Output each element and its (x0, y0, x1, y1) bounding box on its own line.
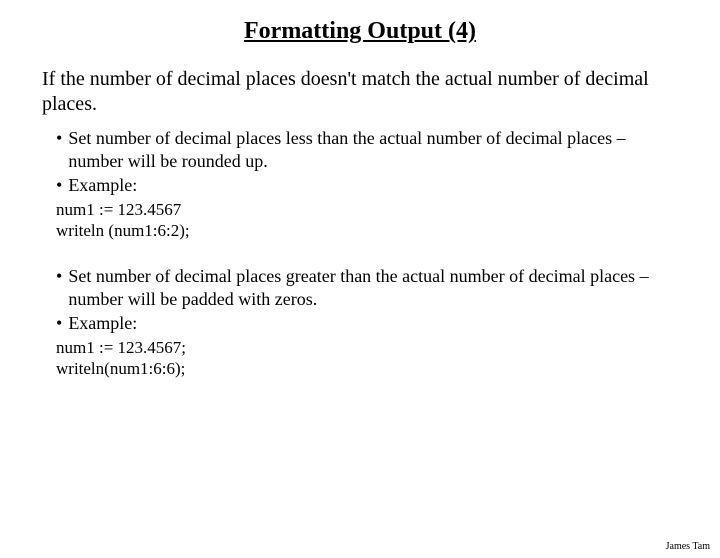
bullet-text: Set number of decimal places less than t… (68, 127, 678, 172)
code-line: writeln(num1:6:6); (56, 358, 678, 379)
code-line: num1 := 123.4567 (56, 199, 678, 220)
bullet-text: Example: (68, 312, 678, 335)
slide: Formatting Output (4) If the number of d… (0, 18, 720, 558)
code-line: writeln (num1:6:2); (56, 220, 678, 241)
bullet-group-2: • Set number of decimal places greater t… (56, 265, 678, 335)
bullet-dot-icon: • (56, 127, 62, 172)
bullet-text: Example: (68, 174, 678, 197)
bullet-text: Set number of decimal places greater tha… (68, 265, 678, 310)
bullet-dot-icon: • (56, 312, 62, 335)
code-line: num1 := 123.4567; (56, 337, 678, 358)
slide-title: Formatting Output (4) (0, 18, 720, 45)
bullet-item: • Set number of decimal places greater t… (56, 265, 678, 310)
bullet-group-1: • Set number of decimal places less than… (56, 127, 678, 197)
spacer (0, 241, 720, 263)
bullet-dot-icon: • (56, 174, 62, 197)
bullet-item: • Example: (56, 312, 678, 335)
intro-text: If the number of decimal places doesn't … (42, 67, 678, 117)
author-credit: James Tam (666, 541, 710, 552)
bullet-item: • Example: (56, 174, 678, 197)
bullet-item: • Set number of decimal places less than… (56, 127, 678, 172)
bullet-dot-icon: • (56, 265, 62, 310)
